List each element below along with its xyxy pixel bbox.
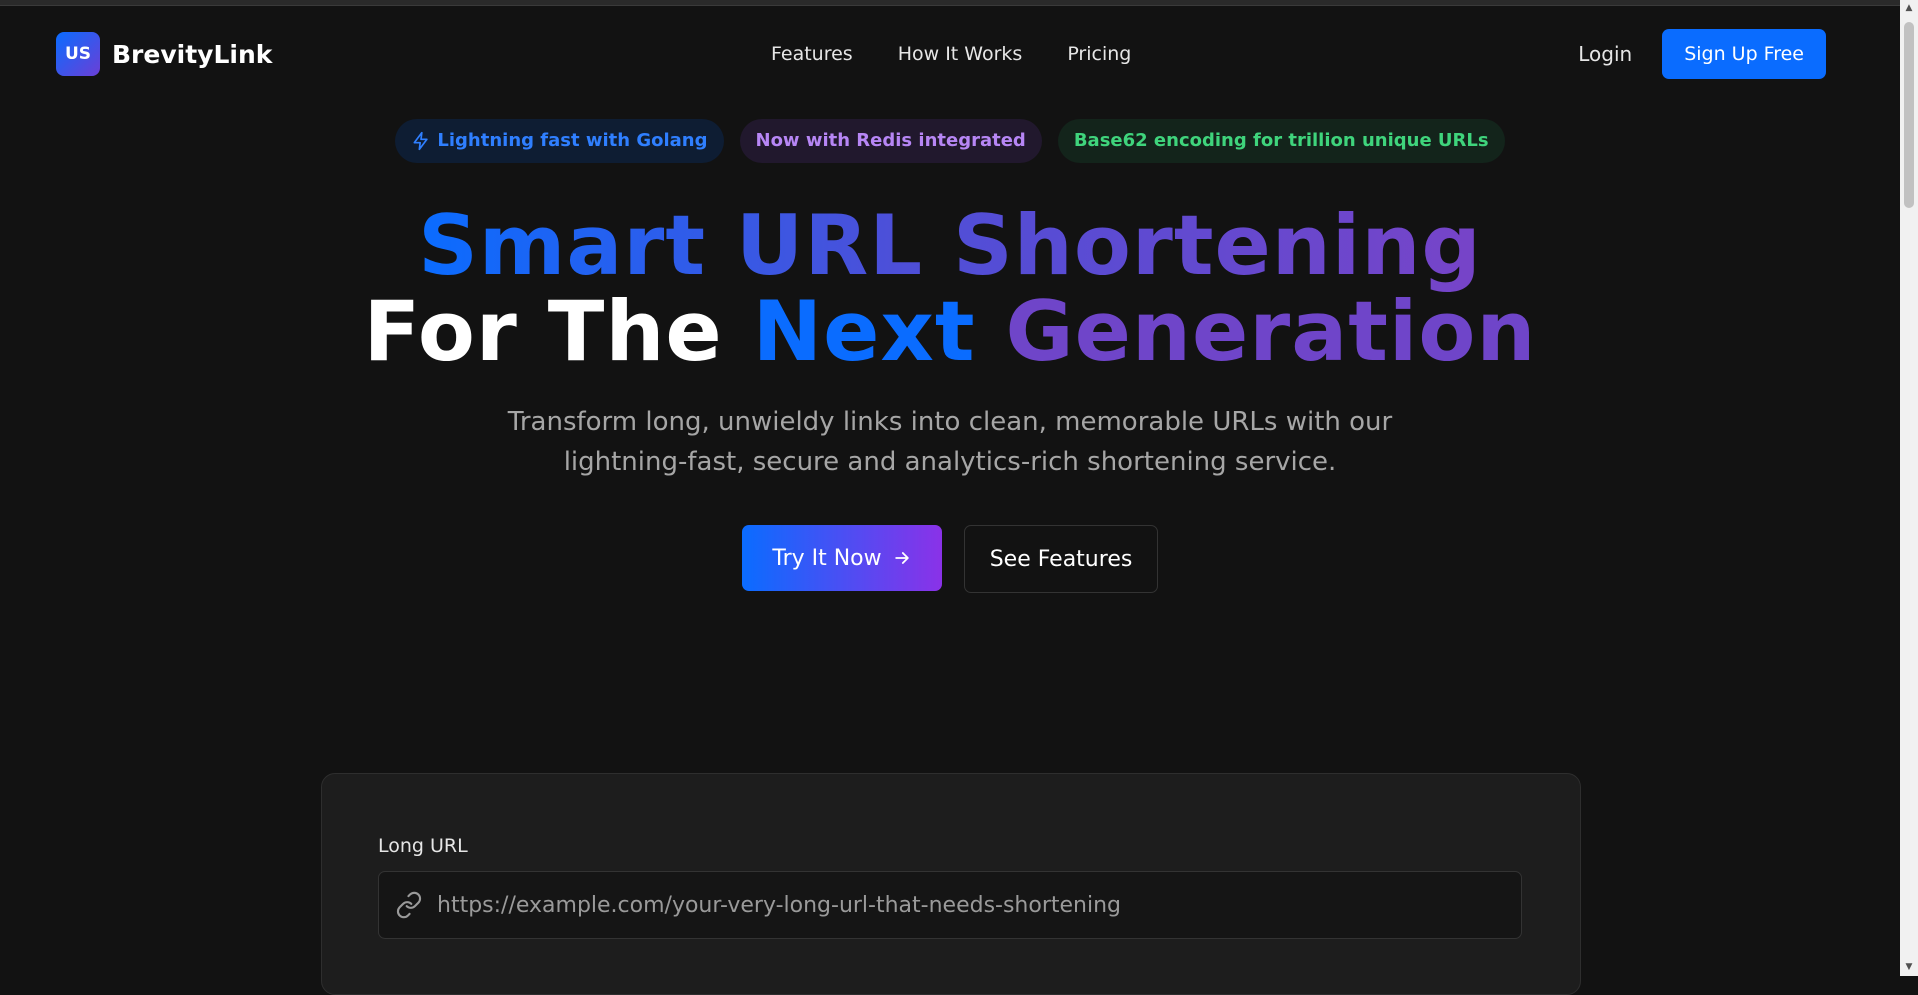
- brand-logo[interactable]: US BrevityLink: [56, 32, 272, 76]
- long-url-label: Long URL: [378, 835, 468, 857]
- try-it-now-button[interactable]: Try It Now: [742, 525, 942, 591]
- scroll-up-icon[interactable]: ▲: [1900, 0, 1918, 17]
- badge-redis-label: Now with Redis integrated: [755, 130, 1026, 151]
- badge-redis: Now with Redis integrated: [739, 119, 1042, 163]
- nav-link-features[interactable]: Features: [771, 43, 853, 65]
- login-link[interactable]: Login: [1578, 42, 1632, 66]
- scroll-thumb[interactable]: [1904, 22, 1914, 208]
- lightning-icon: [413, 131, 429, 151]
- badge-base62: Base62 encoding for trillion unique URLs: [1057, 119, 1505, 163]
- hero-title-part-2: Next: [752, 283, 976, 380]
- arrow-right-icon: [894, 552, 909, 564]
- top-navigation: US BrevityLink Features How It Works Pri…: [0, 0, 1900, 108]
- nav-actions: Login Sign Up Free: [1578, 29, 1826, 79]
- logo-badge: US: [56, 32, 100, 76]
- hero-title-line-1: Smart URL Shortening: [0, 197, 1900, 294]
- hero-title-part-1: For The: [363, 283, 723, 380]
- badge-base62-label: Base62 encoding for trillion unique URLs: [1073, 130, 1489, 151]
- feature-badges: Lightning fast with Golang Now with Redi…: [0, 119, 1900, 163]
- hero-subtitle-line-2: lightning-fast, secure and analytics-ric…: [563, 447, 1337, 477]
- long-url-input[interactable]: [435, 891, 1521, 919]
- scroll-down-icon[interactable]: ▼: [1900, 959, 1918, 976]
- hero-subtitle: Transform long, unwieldy links into clea…: [0, 402, 1900, 482]
- long-url-field[interactable]: [378, 871, 1522, 939]
- nav-link-how-it-works[interactable]: How It Works: [898, 43, 1023, 65]
- hero-title-part-3: Generation: [1005, 283, 1537, 380]
- hero-title-gradient: Smart URL Shortening: [418, 197, 1482, 294]
- see-features-button[interactable]: See Features: [964, 525, 1158, 593]
- shorten-form-card: Long URL: [321, 773, 1581, 995]
- hero-subtitle-line-1: Transform long, unwieldy links into clea…: [507, 407, 1393, 437]
- badge-golang: Lightning fast with Golang: [395, 119, 724, 163]
- signup-button[interactable]: Sign Up Free: [1662, 29, 1826, 79]
- brand-name: BrevityLink: [112, 39, 273, 69]
- cta-row: Try It Now See Features: [0, 525, 1900, 593]
- nav-link-pricing[interactable]: Pricing: [1067, 43, 1131, 65]
- badge-golang-label: Lightning fast with Golang: [437, 130, 708, 151]
- hero-title-line-2: For The Next Generation: [0, 283, 1900, 380]
- try-it-now-label: Try It Now: [772, 545, 882, 571]
- page-scrollbar[interactable]: ▲ ▼: [1900, 0, 1918, 976]
- nav-links: Features How It Works Pricing: [771, 43, 1131, 65]
- link-icon: [396, 891, 422, 919]
